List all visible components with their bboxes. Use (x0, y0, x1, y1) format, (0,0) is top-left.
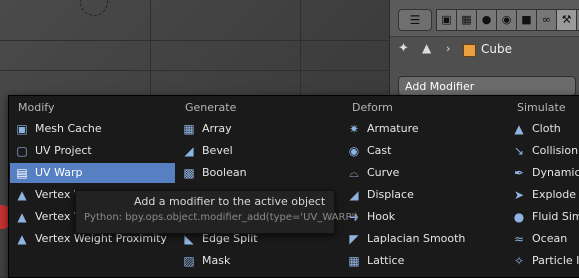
tooltip: Add a modifier to the active object Pyth… (75, 190, 358, 234)
tooltip-python: Python: bpy.ops.object.modifier_add(type… (84, 212, 359, 223)
menu-item-laplacian-smooth[interactable]: ◤ Laplacian Smooth (342, 229, 507, 249)
menu-item-collision[interactable]: ↘ Collision (507, 141, 579, 161)
boolean-icon: ▩ (183, 166, 195, 180)
grid-line (150, 0, 151, 95)
explode-icon: ➤ (513, 188, 525, 202)
column-header-deform: Deform (352, 101, 393, 114)
modifiers-icon[interactable]: ⚒ (556, 9, 577, 31)
menu-item-ocean[interactable]: ≈ Ocean (507, 229, 579, 249)
particle-instance-icon: ✧ (513, 254, 525, 268)
vertex-weight-edit-icon: ▲ (17, 188, 27, 202)
render-icon[interactable]: ▣ (436, 9, 457, 31)
menu-item-label: Lattice (367, 254, 405, 267)
menu-item-label: UV Warp (35, 166, 83, 179)
uv-warp-icon: ▤ (16, 166, 28, 180)
column-header-simulate: Simulate (517, 101, 566, 114)
dynamic-paint-icon: ✒ (513, 166, 525, 180)
menu-item-label: Curve (367, 166, 400, 179)
menu-item-uv-warp[interactable]: ▤ UV Warp (10, 163, 175, 183)
menu-item-dynamic-paint[interactable]: ✒ Dynamic (507, 163, 579, 183)
constraints-icon[interactable]: ∞ (536, 9, 557, 31)
column-header-modify: Modify (18, 101, 55, 114)
menu-item-label: Cast (367, 144, 392, 157)
bevel-icon: ◢ (184, 144, 194, 158)
menu-item-label: Ocean (532, 232, 568, 245)
menu-item-label: Displace (367, 188, 414, 201)
lattice-icon: ▦ (348, 254, 360, 268)
menu-item-cloth[interactable]: ▲ Cloth (507, 119, 579, 139)
menu-item-fluid-sim[interactable]: ● Fluid Sim (507, 207, 579, 227)
mesh-icon: ▲ (422, 41, 432, 55)
menu-item-label: Dynamic (532, 166, 579, 179)
render-layers-icon[interactable]: ▦ (456, 9, 477, 31)
menu-item-label: Collision (532, 144, 579, 157)
armature-icon: ✷ (348, 122, 360, 136)
curve-icon: ⌓ (349, 166, 359, 180)
cast-icon: ◉ (348, 144, 360, 158)
grid-line (0, 40, 389, 41)
mesh-cache-icon: ▣ (16, 122, 28, 136)
object-icon[interactable]: ■ (516, 9, 537, 31)
vertex-weight-mix-icon: ▲ (17, 210, 27, 224)
cloth-icon: ▲ (514, 122, 524, 136)
menu-item-uv-project[interactable]: ▢ UV Project (10, 141, 175, 161)
menu-item-mask[interactable]: ▨ Mask (177, 251, 342, 271)
menu-item-label: Laplacian Smooth (367, 232, 466, 245)
menu-item-label: Explode (532, 188, 576, 201)
displace-icon: ◢ (349, 188, 359, 202)
collision-icon: ↘ (513, 144, 525, 158)
menu-item-label: Boolean (202, 166, 247, 179)
vertex-weight-proximity-icon: ▲ (17, 232, 27, 246)
editor-type-button[interactable]: ☰ (398, 9, 432, 31)
menu-item-label: Bevel (202, 144, 233, 157)
laplacian-smooth-icon: ◤ (349, 232, 359, 246)
menu-item-mesh-cache[interactable]: ▣ Mesh Cache (10, 119, 175, 139)
menu-item-cast[interactable]: ◉ Cast (342, 141, 507, 161)
tooltip-description: Add a modifier to the active object (134, 195, 326, 208)
menu-item-boolean[interactable]: ▩ Boolean (177, 163, 342, 183)
properties-header: ☰ ▣ ▦ ● ◉ ■ ∞ ⚒ ▲ (390, 0, 579, 37)
menu-item-label: Cloth (532, 122, 561, 135)
menu-item-label: Array (202, 122, 232, 135)
column-header-generate: Generate (185, 101, 237, 114)
menu-item-lattice[interactable]: ▦ Lattice (342, 251, 507, 271)
menu-item-particle-instance[interactable]: ✧ Particle In (507, 251, 579, 271)
menu-item-hook[interactable]: ➜ Hook (342, 207, 507, 227)
add-modifier-button[interactable]: Add Modifier (398, 76, 576, 96)
menu-item-label: Mask (202, 254, 231, 267)
grid-line (0, 70, 389, 71)
menu-item-array[interactable]: ▦ Array (177, 119, 342, 139)
menu-item-label: Hook (367, 210, 396, 223)
fluid-sim-icon: ● (513, 210, 525, 224)
mask-icon: ▨ (183, 254, 195, 268)
chevron-right-icon: › (446, 42, 451, 55)
menu-item-displace[interactable]: ◢ Displace (342, 185, 507, 205)
cube-icon (463, 44, 476, 57)
uv-project-icon: ▢ (16, 144, 28, 158)
menu-item-bevel[interactable]: ◢ Bevel (177, 141, 342, 161)
context-tabs: ▣ ▦ ● ◉ ■ ∞ ⚒ ▲ (436, 9, 579, 31)
menu-item-label: Mesh Cache (35, 122, 102, 135)
menu-item-label: Armature (367, 122, 419, 135)
menu-item-armature[interactable]: ✷ Armature (342, 119, 507, 139)
array-icon: ▦ (183, 122, 195, 136)
3d-cursor-icon (80, 0, 108, 16)
world-icon[interactable]: ◉ (496, 9, 517, 31)
menu-item-curve[interactable]: ⌓ Curve (342, 163, 507, 183)
add-modifier-menu: Modify Generate Deform Simulate ▣ Mesh Ca… (8, 95, 579, 278)
object-name: Cube (481, 42, 512, 56)
menu-item-label: Particle In (532, 254, 579, 267)
menu-item-explode[interactable]: ➤ Explode (507, 185, 579, 205)
breadcrumb: ✦ ▲ › Cube (390, 36, 579, 64)
menu-item-label: Fluid Sim (532, 210, 579, 223)
pin-icon[interactable]: ✦ (398, 41, 409, 56)
menu-item-label: UV Project (35, 144, 92, 157)
scene-icon[interactable]: ● (476, 9, 497, 31)
grid-line (300, 0, 301, 95)
ocean-icon: ≈ (513, 232, 525, 246)
